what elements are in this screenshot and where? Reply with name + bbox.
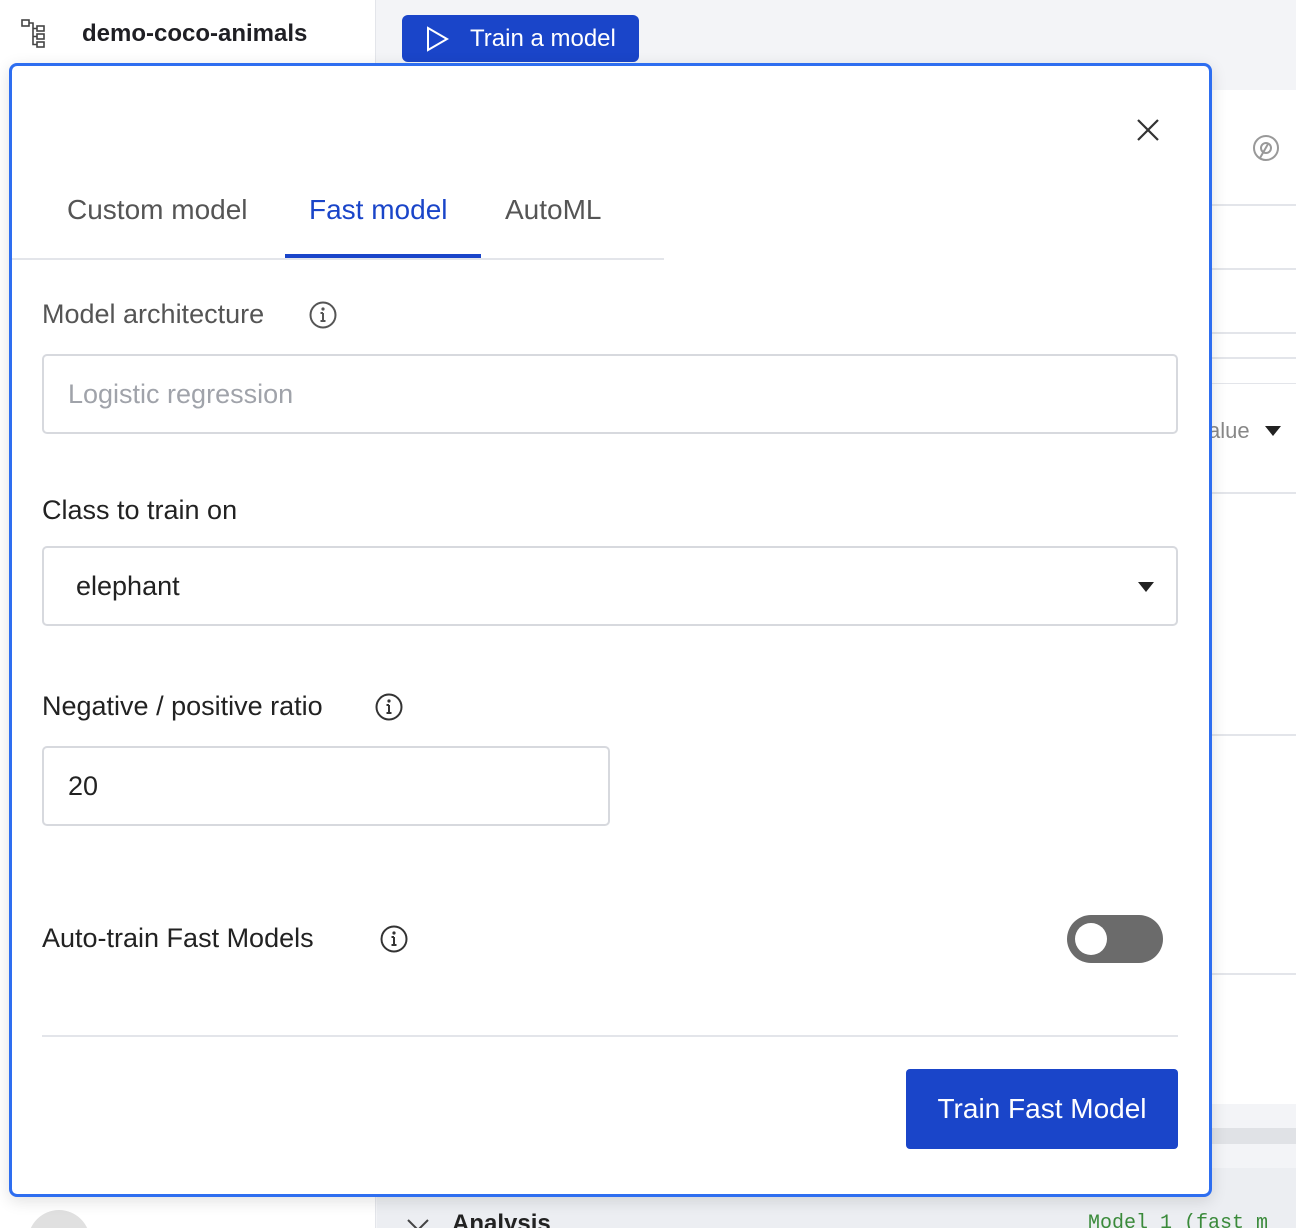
hierarchy-icon [21, 19, 45, 48]
caret-down-icon [1265, 426, 1281, 436]
avatar[interactable] [28, 1210, 90, 1228]
divider [1210, 204, 1296, 206]
play-icon [427, 25, 449, 52]
tab-automl[interactable]: AutoML [505, 194, 602, 226]
class-select[interactable]: elephant [42, 546, 1178, 626]
model-reference: Model 1 (fast m [1088, 1212, 1269, 1228]
section-title: Analysis [452, 1210, 551, 1228]
train-model-button[interactable]: Train a model [402, 15, 639, 62]
tab-custom-model[interactable]: Custom model [67, 194, 248, 226]
close-icon[interactable] [1132, 114, 1164, 146]
divider [1210, 734, 1296, 736]
divider [1210, 492, 1296, 494]
chevron-down-icon[interactable] [404, 1214, 432, 1228]
train-model-dialog: Custom model Fast model AutoML Model arc… [9, 63, 1212, 1197]
refresh-icon[interactable] [1250, 132, 1282, 164]
footer-divider [42, 1035, 1178, 1037]
tab-fast-model[interactable]: Fast model [309, 194, 448, 226]
background-panel [1210, 90, 1296, 1104]
model-type-tabs: Custom model Fast model AutoML [12, 176, 664, 260]
class-select-value: elephant [76, 570, 180, 601]
divider [1210, 268, 1296, 270]
scroll-tray [1212, 1128, 1296, 1144]
info-icon[interactable] [374, 692, 404, 722]
class-label: Class to train on [42, 495, 238, 525]
train-model-label: Train a model [470, 24, 616, 52]
divider [1210, 973, 1296, 975]
architecture-input[interactable]: Logistic regression [42, 354, 1178, 434]
ratio-input[interactable]: 20 [42, 746, 610, 826]
train-fast-model-button[interactable]: Train Fast Model [906, 1069, 1178, 1149]
project-header: demo-coco-animals [0, 0, 376, 64]
active-tab-indicator [285, 254, 481, 258]
architecture-label: Model architecture [42, 299, 265, 329]
info-icon[interactable] [379, 924, 409, 954]
divider [1210, 332, 1296, 334]
divider [1210, 357, 1296, 359]
caret-down-icon [1138, 582, 1154, 592]
divider [1210, 383, 1296, 384]
sort-select-value[interactable]: alue [1208, 418, 1250, 444]
auto-train-toggle[interactable] [1067, 915, 1163, 963]
info-icon[interactable] [308, 300, 338, 330]
ratio-label: Negative / positive ratio [42, 691, 323, 721]
auto-train-label: Auto-train Fast Models [42, 923, 314, 953]
project-name[interactable]: demo-coco-animals [82, 20, 307, 48]
toggle-knob [1075, 923, 1107, 955]
